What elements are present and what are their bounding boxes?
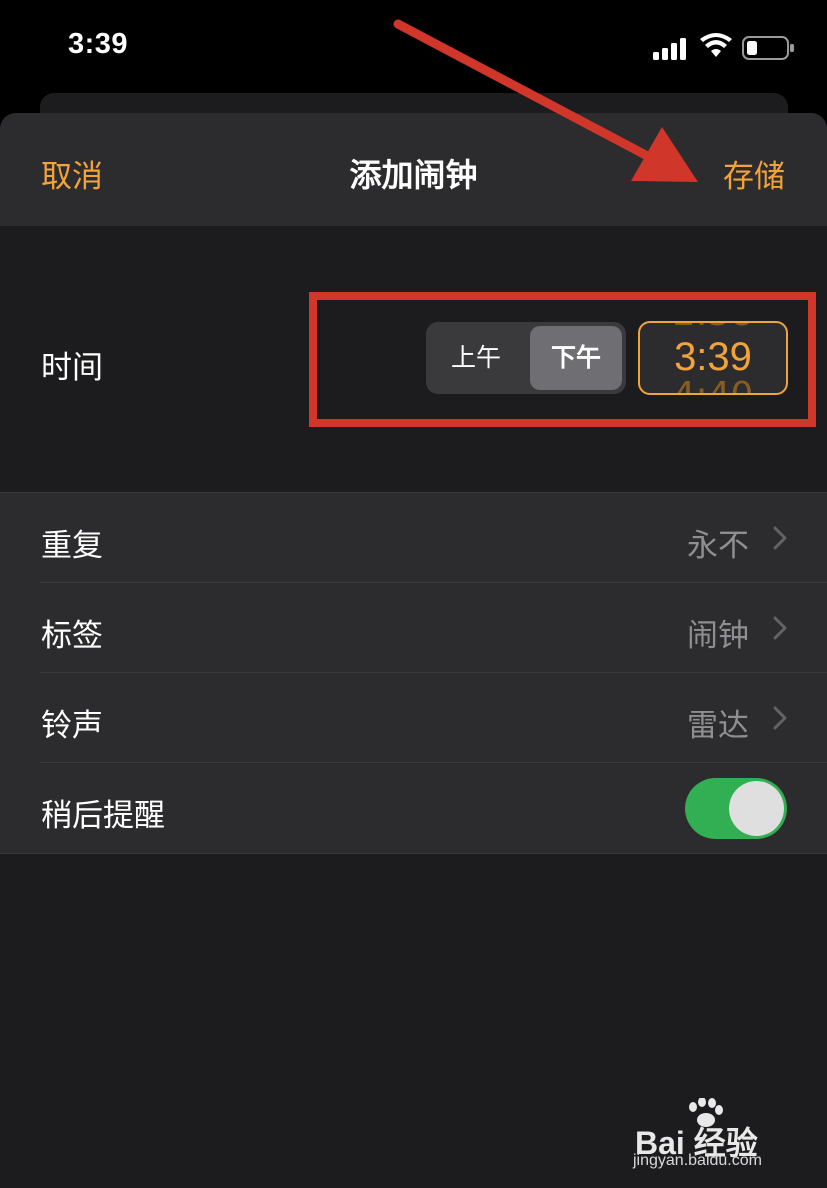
chevron-right-icon	[773, 526, 787, 550]
save-button[interactable]: 存储	[723, 151, 785, 196]
snooze-label: 稍后提醒	[41, 798, 165, 834]
cellular-signal-icon	[653, 38, 686, 60]
wifi-icon	[700, 33, 732, 57]
alarm-options-list: 重复 永不 标签 闹钟 铃声 雷达 稍后提醒	[0, 492, 827, 854]
annotation-highlight-box	[309, 292, 816, 427]
time-label: 时间	[41, 350, 103, 386]
page-title: 添加闹钟	[349, 156, 478, 194]
toggle-knob	[729, 781, 784, 836]
status-bar: 3:39	[0, 0, 827, 95]
label-label: 标签	[41, 618, 103, 654]
chevron-right-icon	[773, 706, 787, 730]
label-value: 闹钟	[687, 618, 749, 654]
watermark-url: jingyan.baidu.com	[633, 1152, 762, 1169]
status-time: 3:39	[68, 28, 129, 60]
sound-label: 铃声	[41, 708, 103, 744]
sound-value: 雷达	[687, 708, 749, 744]
baidu-watermark: Bai 经验 jingyan.baidu.com	[633, 1098, 793, 1170]
sound-row[interactable]: 铃声 雷达	[0, 673, 827, 763]
label-row[interactable]: 标签 闹钟	[0, 583, 827, 673]
battery-icon	[742, 36, 794, 60]
repeat-value: 永不	[687, 528, 749, 564]
snooze-row: 稍后提醒	[0, 763, 827, 853]
repeat-row[interactable]: 重复 永不	[0, 493, 827, 583]
add-alarm-sheet: 取消 添加闹钟 存储 时间 上午 下午 2:38 3:39 4:40 重复 永不…	[0, 113, 827, 1188]
snooze-toggle[interactable]	[685, 778, 787, 839]
chevron-right-icon	[773, 616, 787, 640]
repeat-label: 重复	[41, 528, 103, 564]
navigation-bar: 取消 添加闹钟 存储	[0, 113, 827, 227]
